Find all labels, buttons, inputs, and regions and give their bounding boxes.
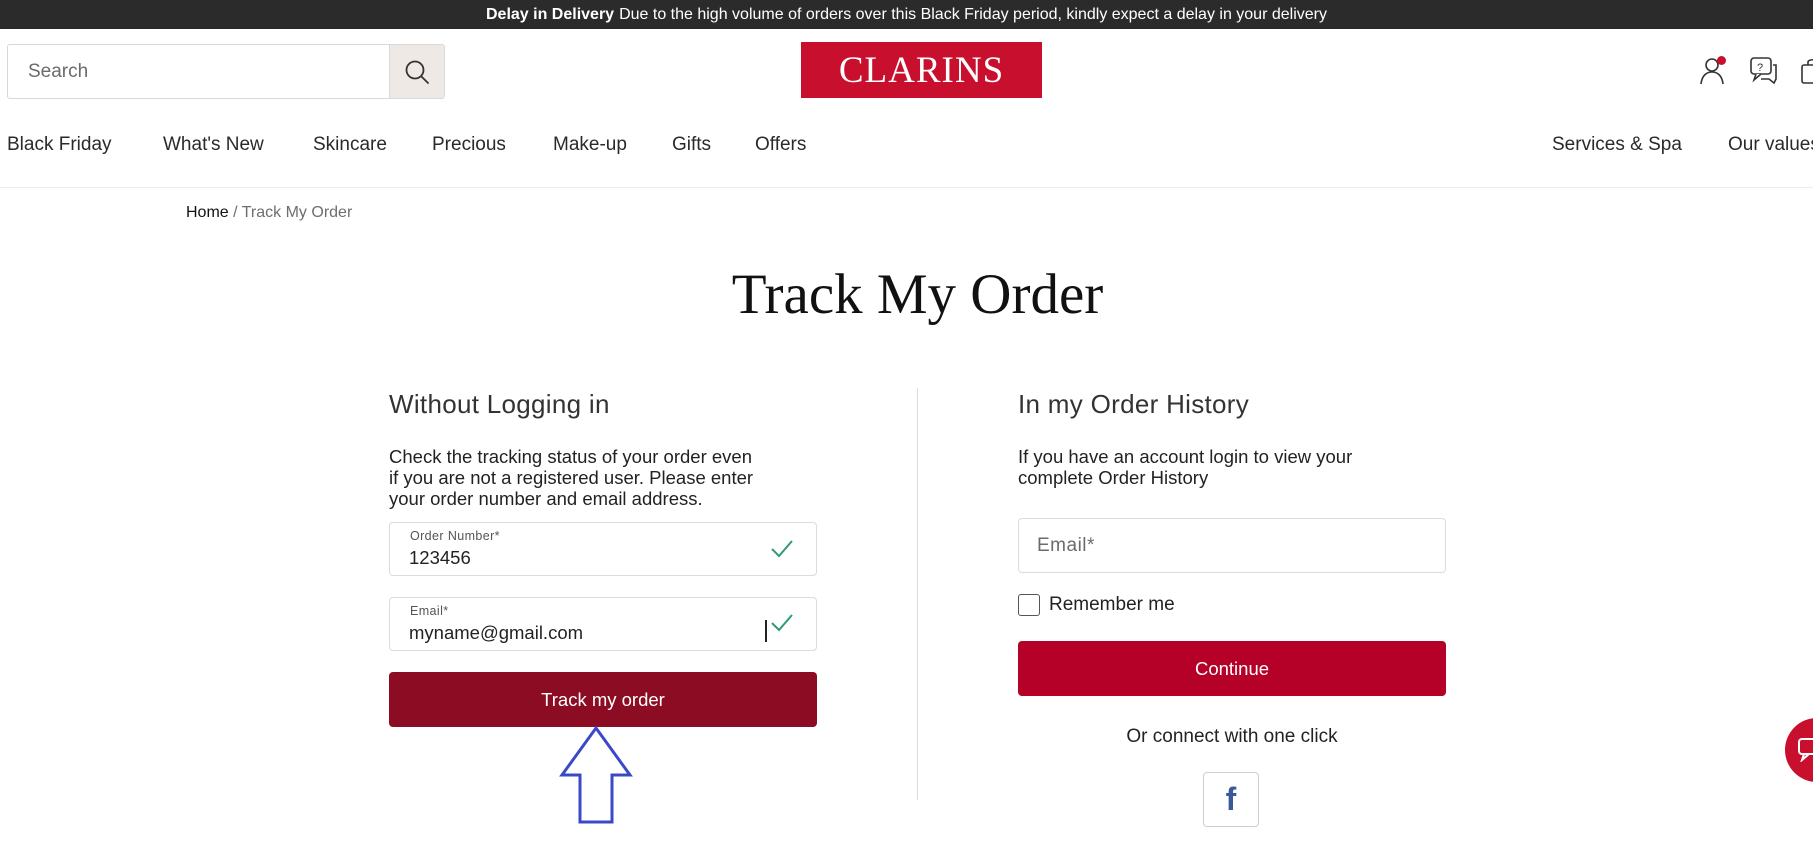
check-icon xyxy=(771,540,793,558)
connect-text: Or connect with one click xyxy=(1126,726,1338,747)
text-cursor xyxy=(765,620,767,642)
banner-title: Delay in Delivery xyxy=(486,5,615,23)
delivery-banner: Delay in Delivery Due to the high volume… xyxy=(0,0,1813,29)
breadcrumb-current: Track My Order xyxy=(241,204,353,221)
svg-text:?: ? xyxy=(1757,62,1763,74)
order-number-value: 123456 xyxy=(409,547,471,568)
continue-button[interactable]: Continue xyxy=(1018,641,1446,696)
nav-services-spa[interactable]: Services & Spa xyxy=(1552,134,1682,156)
nav-black-friday[interactable]: Black Friday xyxy=(7,134,112,156)
clarins-logo[interactable]: CLARINS xyxy=(801,42,1042,98)
bag-icon[interactable] xyxy=(1799,56,1813,86)
order-number-field[interactable]: Order Number* 123456 xyxy=(389,522,817,576)
breadcrumb-home[interactable]: Home xyxy=(186,204,229,221)
chat-icon xyxy=(1798,738,1813,762)
nav-our-values[interactable]: Our values xyxy=(1728,134,1813,156)
guest-email-label: Email* xyxy=(410,604,449,618)
search-box xyxy=(7,44,445,99)
banner-text: Due to the high volume of orders over th… xyxy=(619,5,1327,23)
nav-gifts[interactable]: Gifts xyxy=(672,134,711,156)
guest-description-line: if you are not a registered user. Please… xyxy=(389,467,754,488)
history-description-line: If you have an account login to view you… xyxy=(1018,446,1353,467)
breadcrumb-separator: / xyxy=(233,204,238,221)
breadcrumb: Home / Track My Order xyxy=(186,204,352,222)
search-icon xyxy=(405,60,429,84)
guest-description-line: Check the tracking status of your order … xyxy=(389,446,752,467)
main-nav: Black Friday What's New Skincare Preciou… xyxy=(0,134,1813,168)
arrow-up-icon xyxy=(559,725,633,824)
facebook-login-button[interactable]: f xyxy=(1203,772,1259,827)
history-description: If you have an account login to view you… xyxy=(1018,446,1352,488)
guest-section-title: Without Logging in xyxy=(389,389,610,419)
login-email-placeholder: Email* xyxy=(1037,535,1095,556)
guest-email-value: myname@gmail.com xyxy=(409,622,584,643)
search-input[interactable] xyxy=(8,45,389,98)
nav-precious[interactable]: Precious xyxy=(432,134,506,156)
guest-description-line: your order number and email address. xyxy=(389,488,703,509)
facebook-icon: f xyxy=(1225,781,1237,817)
order-number-label: Order Number* xyxy=(410,529,500,543)
login-email-field[interactable]: Email* xyxy=(1018,518,1446,573)
check-icon xyxy=(771,614,793,632)
page-title: Track My Order xyxy=(731,263,1104,326)
chat-widget-button[interactable] xyxy=(1785,718,1813,782)
nav-whats-new[interactable]: What's New xyxy=(163,134,264,156)
help-chat-icon[interactable]: ? xyxy=(1749,56,1779,86)
nav-skincare[interactable]: Skincare xyxy=(313,134,387,156)
search-button[interactable] xyxy=(389,45,444,98)
history-section-title: In my Order History xyxy=(1018,389,1250,419)
nav-make-up[interactable]: Make-up xyxy=(553,134,627,156)
column-divider xyxy=(917,388,918,800)
track-order-button[interactable]: Track my order xyxy=(389,672,817,727)
history-description-line: complete Order History xyxy=(1018,467,1209,488)
nav-divider xyxy=(0,187,1813,188)
guest-description: Check the tracking status of your order … xyxy=(389,446,753,509)
account-notification-dot xyxy=(1717,56,1726,65)
remember-me-label[interactable]: Remember me xyxy=(1049,594,1175,616)
remember-me-checkbox[interactable] xyxy=(1018,594,1040,616)
guest-email-field[interactable]: Email* myname@gmail.com xyxy=(389,597,817,651)
nav-offers[interactable]: Offers xyxy=(755,134,806,156)
